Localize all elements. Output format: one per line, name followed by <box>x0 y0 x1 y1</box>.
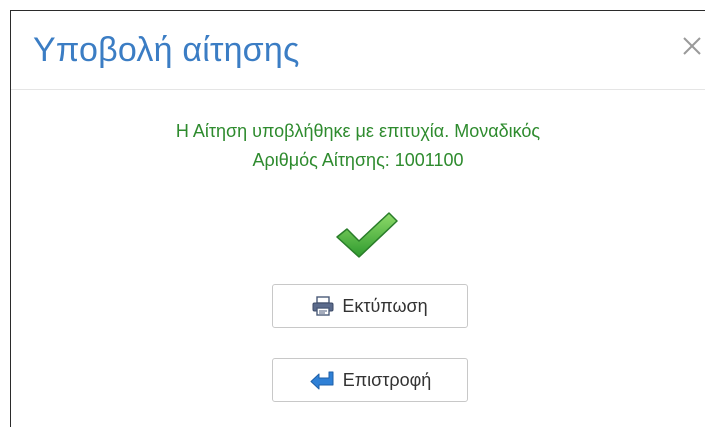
print-button-label: Εκτύπωση <box>342 295 428 316</box>
checkmark-icon <box>333 209 399 261</box>
back-button-label: Επιστροφή <box>342 369 432 390</box>
back-button[interactable]: Επιστροφή <box>272 358 468 402</box>
message-line-1: Η Αίτηση υποβλήθηκε με επιτυχία. Μοναδικ… <box>175 121 541 141</box>
dialog-header: Υποβολή αίτησης <box>11 11 705 90</box>
return-arrow-icon <box>309 370 335 390</box>
message-line-2: Αριθμός Αίτησης: 1001100 <box>252 150 464 170</box>
success-message: Η Αίτηση υποβλήθηκε με επιτυχία. Μοναδικ… <box>11 117 705 175</box>
close-icon[interactable] <box>679 33 705 59</box>
submit-dialog: Υποβολή αίτησης Η Αίτηση υποβλήθηκε με ε… <box>10 10 705 427</box>
printer-icon <box>312 296 334 316</box>
dialog-title: Υποβολή αίτησης <box>33 31 300 69</box>
print-button[interactable]: Εκτύπωση <box>272 284 468 328</box>
